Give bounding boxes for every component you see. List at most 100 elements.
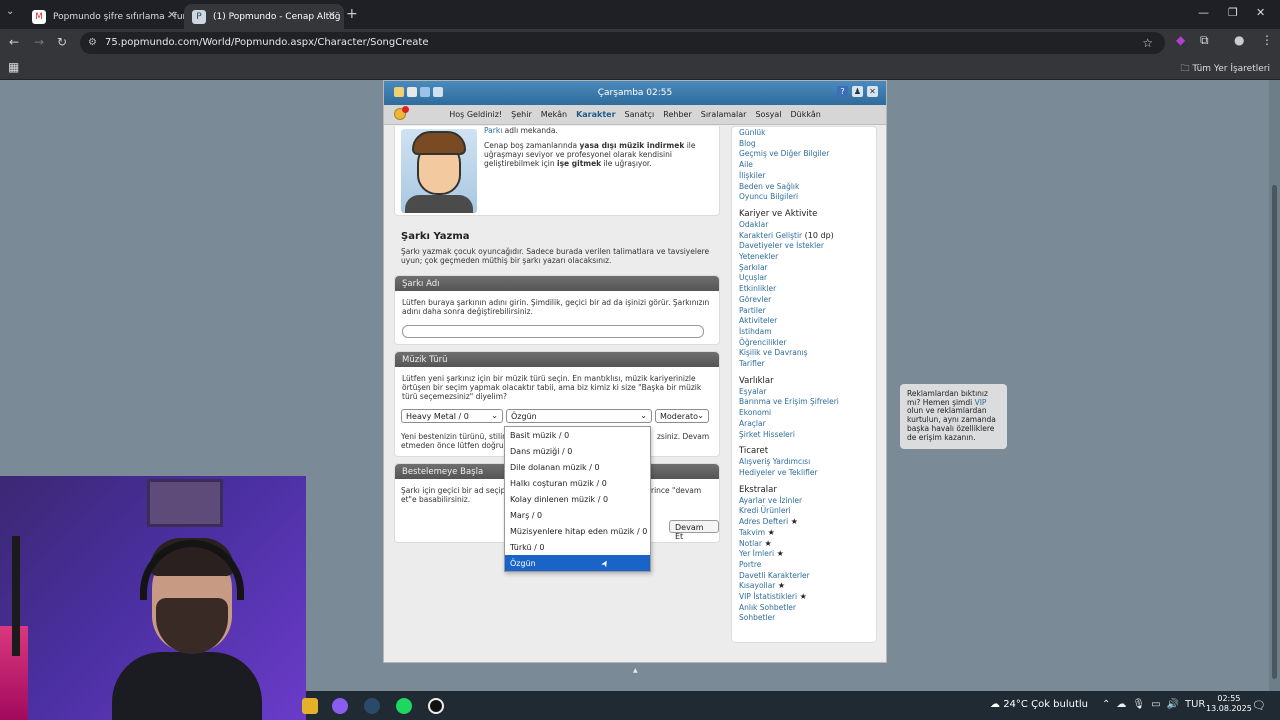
notification-bell-icon[interactable] [394,106,409,120]
exit-icon[interactable]: ✕ [867,86,878,97]
sidebar-link-assets-3[interactable]: Araçlar [739,419,869,430]
mic-icon[interactable]: 🎙 [1132,699,1145,710]
language-indicator[interactable]: TUR [1185,699,1205,710]
sidebar-link-extra-4[interactable]: Notlar [739,539,762,548]
sidebar-link-extra-7[interactable]: Davetli Karakterler [739,571,810,580]
vip-link[interactable]: VIP [975,398,987,407]
close-tab-icon[interactable]: ✕ [168,10,176,21]
menu-rankings[interactable]: Sıralamalar [701,110,747,124]
sidebar-link-extra-10[interactable]: Anlık Sohbetler [739,603,796,612]
taskbar-discord-icon[interactable] [332,698,348,714]
sidebar-link-assets-1[interactable]: Barınma ve Erişim Şifreleri [739,397,869,408]
scrollbar-thumb[interactable] [1272,185,1277,679]
tray-chevron-icon[interactable]: ⌃ [1102,699,1110,710]
tab-popmundo[interactable]: P (1) Popmundo - Cenap Altuğ ✕ [184,4,344,29]
menu-character[interactable]: Karakter [576,110,615,124]
sidebar-link-career-2[interactable]: Şarkılar [739,263,869,274]
close-window-icon[interactable]: ✕ [1256,6,1265,19]
sidebar-link-career-7[interactable]: Aktiviteler [739,316,869,327]
menu-welcome[interactable]: Hoş Geldiniz! [449,110,502,124]
sidebar-link-career-4[interactable]: Etkinlikler [739,284,869,295]
menu-artist[interactable]: Sanatçı [625,110,655,124]
dropdown-option[interactable]: Özgün [505,555,650,571]
system-tray[interactable]: ⌃ ☁ 🎙 ▭ 🔊 TUR [1102,699,1211,710]
restore-icon[interactable]: ❐ [1228,6,1238,19]
dropdown-option[interactable]: Dans müziği / 0 [505,443,650,459]
extension-icon[interactable]: ◆ [1176,33,1185,47]
sidebar-link-extra-2[interactable]: Adres Defteri [739,517,788,526]
reload-icon[interactable]: ↻ [57,35,67,49]
chat-icon[interactable] [407,87,417,97]
close-tab-icon[interactable]: ✕ [328,10,336,21]
search-icon[interactable] [433,87,443,97]
sidebar-link-personal-1[interactable]: Blog [739,139,869,150]
sidebar-link-personal-0[interactable]: Günlük [739,128,869,139]
sidebar-link-assets-0[interactable]: Eşyalar [739,387,869,398]
new-tab-plus-icon[interactable]: + [346,6,358,22]
sidebar-link-assets-4[interactable]: Şirket Hisseleri [739,430,869,441]
menu-shop[interactable]: Dükkân [790,110,820,124]
sidebar-link-extra-3[interactable]: Takvim [739,528,765,537]
sidebar-link-extra-0[interactable]: Ayarlar ve İzinler [739,496,802,505]
cloud-icon[interactable]: ☁ [1116,699,1126,710]
people-icon[interactable] [420,87,430,97]
extensions-puzzle-icon[interactable]: ⧉ [1200,33,1209,48]
menu-venue[interactable]: Mekân [541,110,567,124]
dropdown-option[interactable]: Halkı coşturan müzik / 0 [505,475,650,491]
volume-icon[interactable]: 🔊 [1167,699,1179,710]
song-name-input[interactable] [402,325,704,338]
forward-icon[interactable]: → [34,35,44,49]
notification-center-icon[interactable]: 🗨 [1252,699,1266,712]
taskbar-obs-icon[interactable] [428,698,444,714]
back-icon[interactable]: ← [9,35,19,49]
tab-search-chevron-icon[interactable]: ⌄ [6,6,14,17]
weather-widget[interactable]: ☁ 24°C Çok bulutlu [990,699,1088,710]
taskbar-steam-icon[interactable] [364,698,380,714]
sidebar-link-trade-1[interactable]: Hediyeler ve Teklifler [739,468,869,479]
continue-button[interactable]: Devam Et [669,520,719,541]
taskbar-spotify-icon[interactable] [396,698,412,714]
sidebar-link-extra-5[interactable]: Yer İmleri [739,549,774,558]
bookmark-star-icon[interactable]: ☆ [1142,36,1153,50]
dropdown-option[interactable]: Basit müzik / 0 [505,427,650,443]
taskbar-clock[interactable]: 02:55 13.08.2025 [1206,694,1252,714]
all-bookmarks-folder[interactable]: 🗀 Tüm Yer İşaretleri [1180,61,1270,77]
help-icon[interactable]: ? [837,86,848,97]
taskbar-chrome-icon[interactable] [302,698,318,714]
site-info-icon[interactable]: ⚙ [88,37,97,48]
address-bar[interactable]: ⚙ 75.popmundo.com/World/Popmundo.aspx/Ch… [80,32,1165,54]
subgenre-select[interactable]: Özgün ⌄ [506,409,652,423]
sidebar-link-career-8[interactable]: İstihdam [739,327,869,338]
network-icon[interactable]: ▭ [1151,699,1160,710]
dropdown-option[interactable]: Türkü / 0 [505,539,650,555]
dropdown-option[interactable]: Dile dolanan müzik / 0 [505,459,650,475]
sidebar-link-personal-2[interactable]: Geçmiş ve Diğer Bilgiler [739,149,869,160]
user-icon[interactable]: ♟ [852,86,863,97]
sidebar-link-career-11[interactable]: Tarifler [739,359,869,370]
sidebar-link-personal-4[interactable]: İlişkiler [739,171,869,182]
sidebar-link-trade-0[interactable]: Alışveriş Yardımcısı [739,457,869,468]
sidebar-link-extra-1[interactable]: Kredi Ürünleri [739,506,791,515]
sidebar-link-focus[interactable]: Odaklar [739,220,869,231]
scroll-up-arrow-icon[interactable]: ▲ [633,667,638,674]
sidebar-link-extra-6[interactable]: Portre [739,560,761,569]
minimize-icon[interactable]: — [1198,6,1209,19]
sidebar-link-career-6[interactable]: Partiler [739,306,869,317]
profile-avatar-icon[interactable]: ● [1234,33,1244,47]
subgenre-dropdown-list[interactable]: Basit müzik / 0 Dans müziği / 0 Dile dolan… [504,426,651,572]
venue-link[interactable]: Parkı [484,126,502,135]
sidebar-link-extra-9[interactable]: VIP İstatistikleri [739,592,797,601]
tab-gmail[interactable]: M Popmundo şifre sıfırlama - furic ✕ [24,4,184,29]
genre-select[interactable]: Heavy Metal / 0 ⌄ [401,409,503,423]
dropdown-option[interactable]: Kolay dinlenen müzik / 0 [505,491,650,507]
menu-kebab-icon[interactable]: ⋮ [1261,33,1273,47]
page-scrollbar[interactable] [1269,80,1280,691]
sidebar-link-career-10[interactable]: Kişilik ve Davranış [739,348,869,359]
menu-social[interactable]: Sosyal [755,110,781,124]
sidebar-link-assets-2[interactable]: Ekonomi [739,408,869,419]
sidebar-link-personal-6[interactable]: Oyuncu Bilgileri [739,192,869,203]
sidebar-link-extra-11[interactable]: Sohbetler [739,613,775,622]
sidebar-link-extra-8[interactable]: Kısayollar [739,581,775,590]
inbox-icon[interactable] [394,87,404,97]
sidebar-link-personal-3[interactable]: Aile [739,160,869,171]
